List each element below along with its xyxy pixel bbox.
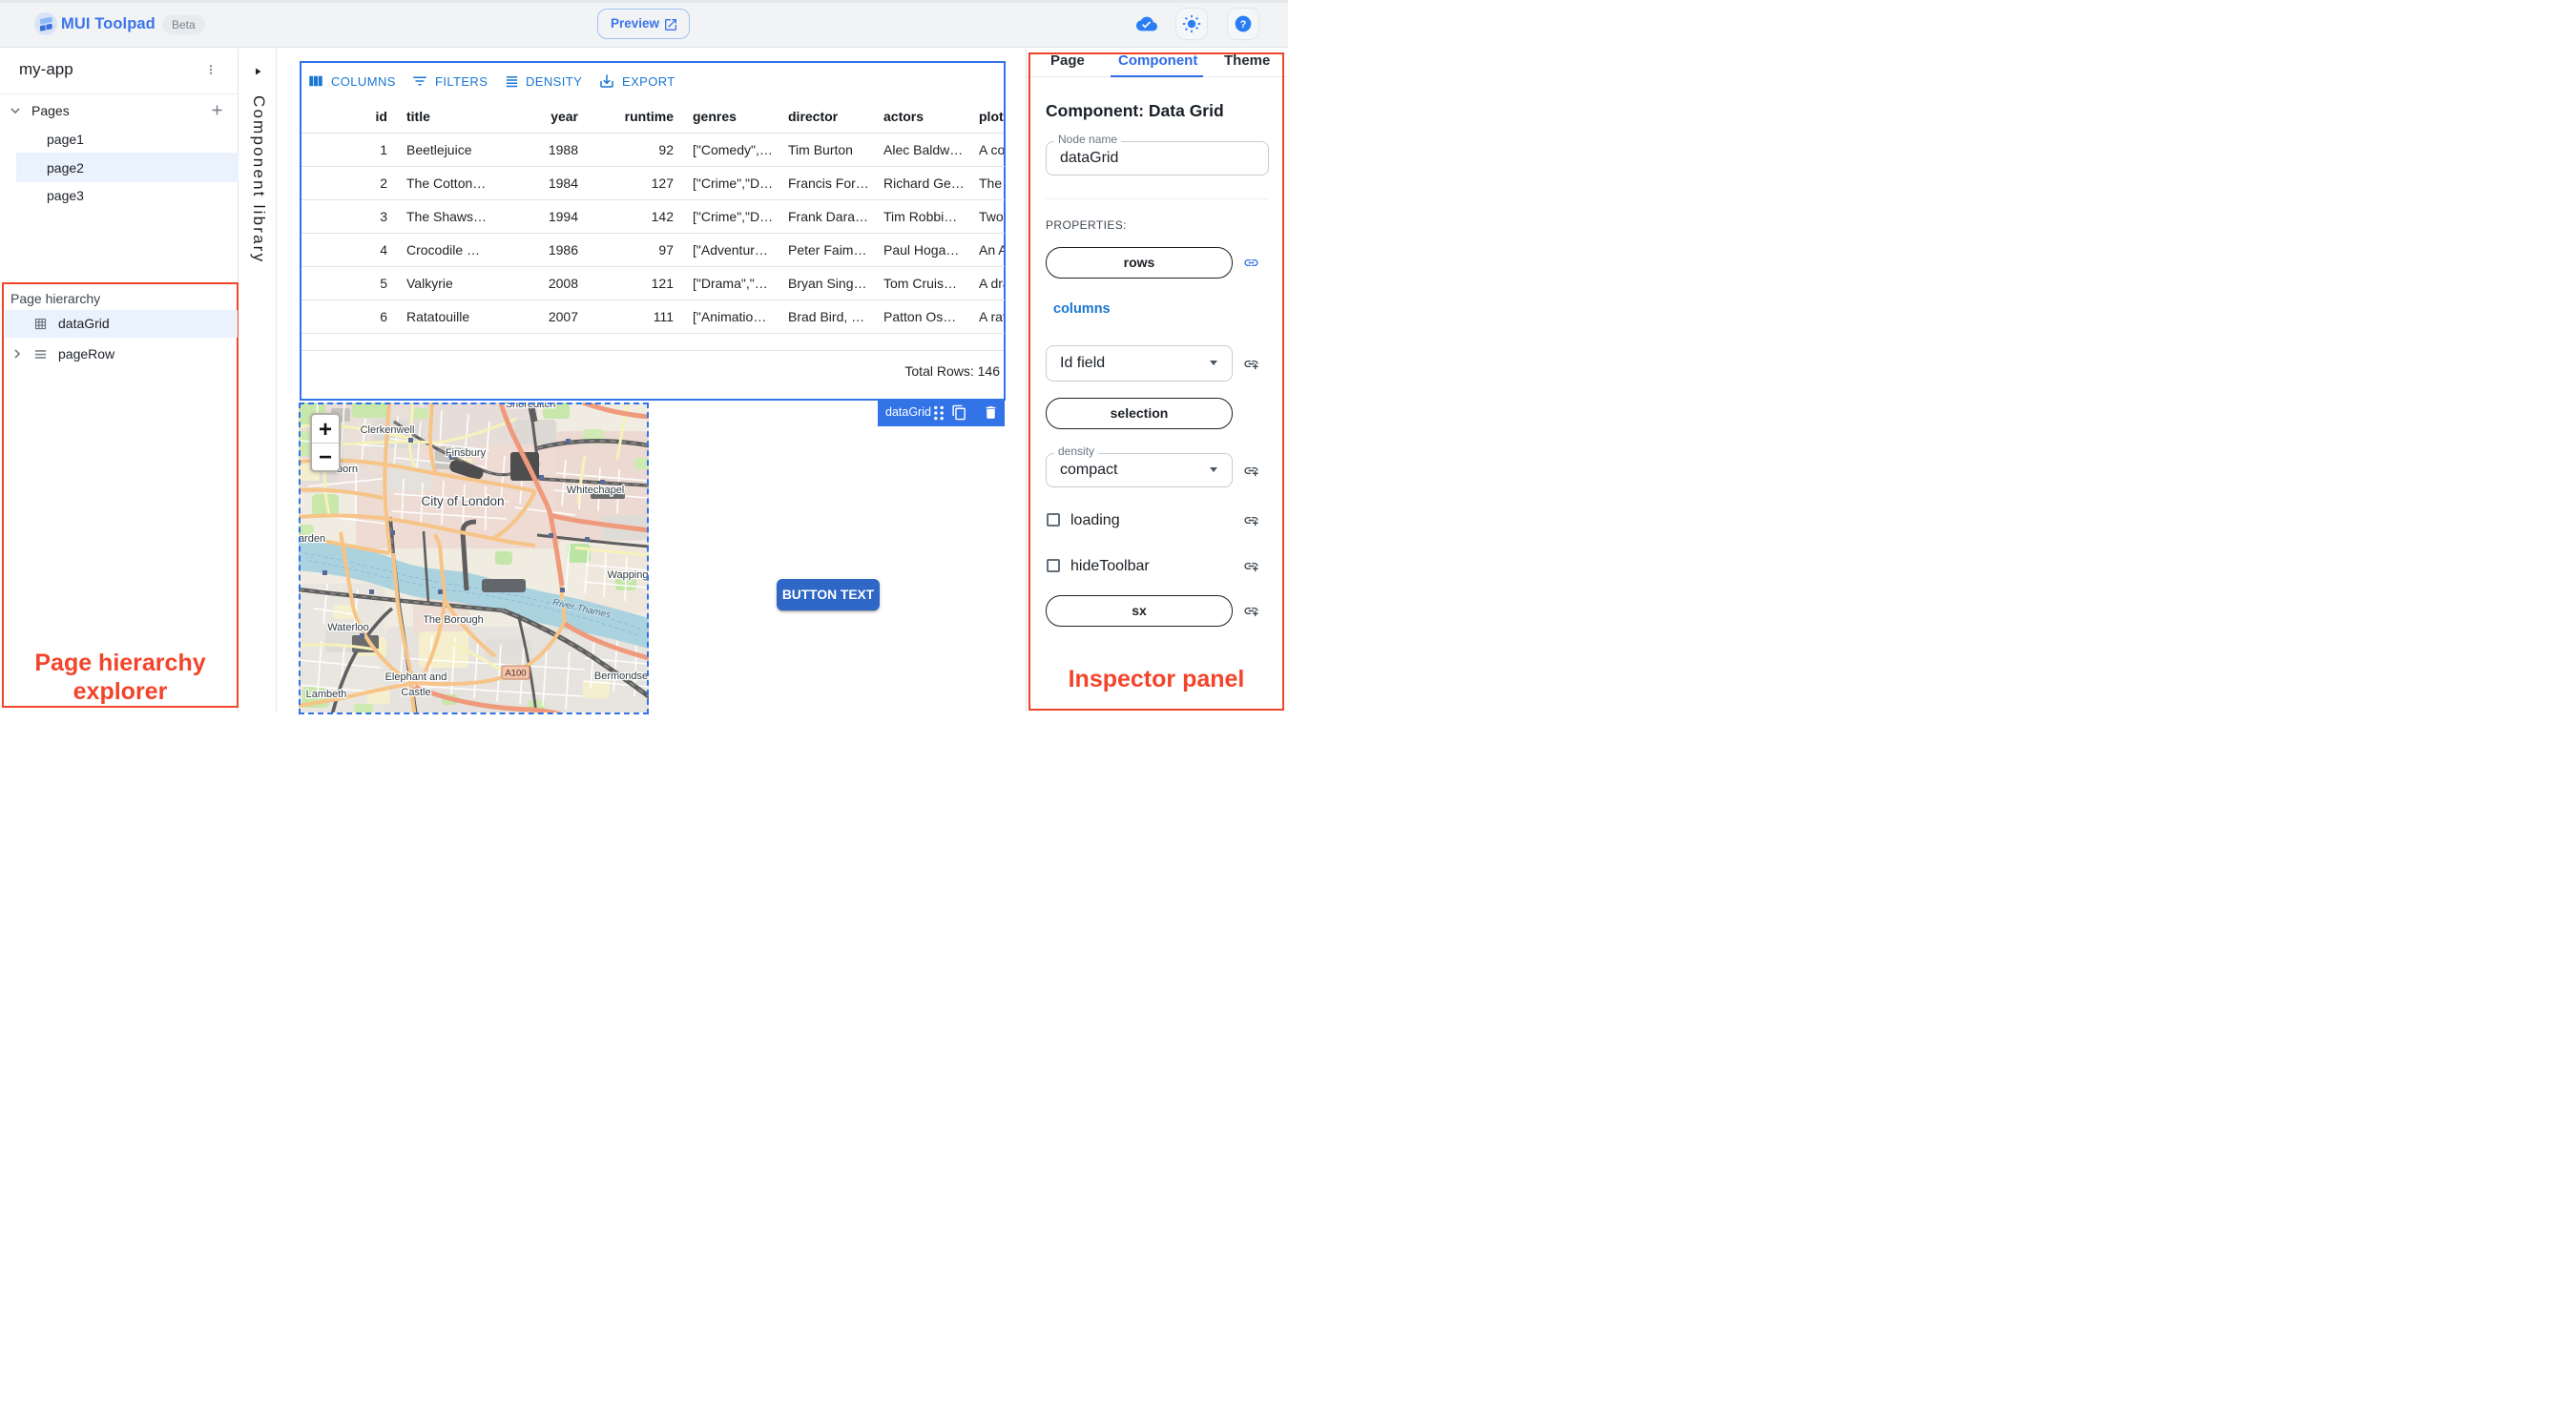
svg-text:?: ? — [1240, 19, 1247, 31]
